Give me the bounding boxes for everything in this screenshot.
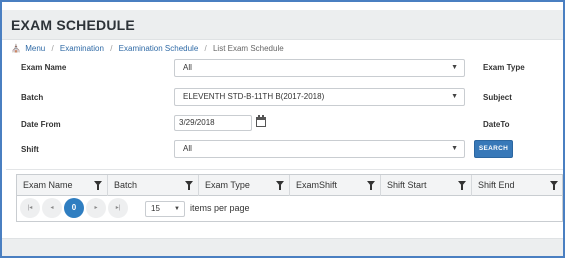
- column-exam-shift-label: ExamShift: [296, 180, 338, 190]
- breadcrumb-examination-schedule[interactable]: Examination Schedule: [119, 44, 199, 53]
- breadcrumb-current: List Exam Schedule: [212, 44, 284, 53]
- exam-type-label: Exam Type: [483, 63, 525, 72]
- column-exam-type-label: Exam Type: [205, 180, 250, 190]
- shift-select[interactable]: All ▼: [174, 140, 465, 158]
- column-exam-type[interactable]: Exam Type: [199, 175, 290, 196]
- page-size-value: 15: [151, 204, 160, 213]
- breadcrumb-examination[interactable]: Examination: [60, 44, 104, 53]
- batch-label: Batch: [21, 93, 44, 102]
- last-page-button[interactable]: ▸|: [108, 198, 128, 218]
- prev-page-button[interactable]: ◂: [42, 198, 62, 218]
- breadcrumb-separator: /: [204, 44, 207, 53]
- column-shift-end[interactable]: Shift End: [472, 175, 563, 196]
- chevron-down-icon: ▼: [451, 93, 458, 100]
- page-footer: [2, 238, 563, 256]
- date-from-input[interactable]: 3/29/2018: [174, 115, 252, 131]
- column-shift-end-label: Shift End: [478, 180, 515, 190]
- page-title: EXAM SCHEDULE: [11, 17, 135, 33]
- batch-value: ELEVENTH STD-B-11TH B(2017-2018): [183, 92, 325, 101]
- grid-pager: |◂ ◂ 0 ▸ ▸| 15 ▼ items per page: [17, 196, 562, 222]
- subject-label: Subject: [483, 93, 512, 102]
- filter-icon[interactable]: [458, 181, 466, 190]
- chevron-down-icon: ▼: [174, 206, 180, 212]
- date-to-label: DateTo: [483, 120, 510, 129]
- breadcrumb: ⛪ Menu / Examination / Examination Sched…: [11, 44, 284, 53]
- page-size-select[interactable]: 15 ▼: [145, 201, 185, 217]
- filter-icon[interactable]: [94, 181, 102, 190]
- filter-icon[interactable]: [185, 181, 193, 190]
- filter-icon[interactable]: [550, 181, 558, 190]
- page-header: EXAM SCHEDULE: [2, 10, 563, 40]
- column-exam-name[interactable]: Exam Name: [17, 175, 108, 196]
- exam-name-label: Exam Name: [21, 63, 67, 72]
- first-page-button[interactable]: |◂: [20, 198, 40, 218]
- column-batch[interactable]: Batch: [108, 175, 199, 196]
- search-button[interactable]: SEARCH: [474, 140, 513, 158]
- date-from-label: Date From: [21, 120, 61, 129]
- exam-name-value: All: [183, 63, 192, 72]
- column-shift-start-label: Shift Start: [387, 180, 427, 190]
- column-exam-name-label: Exam Name: [23, 180, 73, 190]
- home-icon: ⛪: [11, 44, 21, 53]
- chevron-down-icon: ▼: [451, 145, 458, 152]
- breadcrumb-menu[interactable]: Menu: [25, 44, 45, 53]
- column-batch-label: Batch: [114, 180, 138, 190]
- current-page-button[interactable]: 0: [64, 198, 84, 218]
- shift-label: Shift: [21, 145, 39, 154]
- exam-schedule-grid: Exam Name Batch Exam Type ExamShift Shif…: [16, 174, 563, 222]
- filter-icon[interactable]: [276, 181, 284, 190]
- breadcrumb-separator: /: [110, 44, 113, 53]
- breadcrumb-separator: /: [51, 44, 54, 53]
- divider: [6, 169, 563, 170]
- exam-name-select[interactable]: All ▼: [174, 59, 465, 77]
- calendar-icon[interactable]: [255, 115, 267, 129]
- column-shift-start[interactable]: Shift Start: [381, 175, 472, 196]
- next-page-button[interactable]: ▸: [86, 198, 106, 218]
- filter-icon[interactable]: [367, 181, 375, 190]
- batch-select[interactable]: ELEVENTH STD-B-11TH B(2017-2018) ▼: [174, 88, 465, 106]
- chevron-down-icon: ▼: [451, 64, 458, 71]
- shift-value: All: [183, 144, 192, 153]
- app-frame: EXAM SCHEDULE ⛪ Menu / Examination / Exa…: [0, 0, 565, 258]
- items-per-page-label: items per page: [190, 203, 250, 213]
- grid-header: Exam Name Batch Exam Type ExamShift Shif…: [17, 175, 562, 196]
- column-exam-shift[interactable]: ExamShift: [290, 175, 381, 196]
